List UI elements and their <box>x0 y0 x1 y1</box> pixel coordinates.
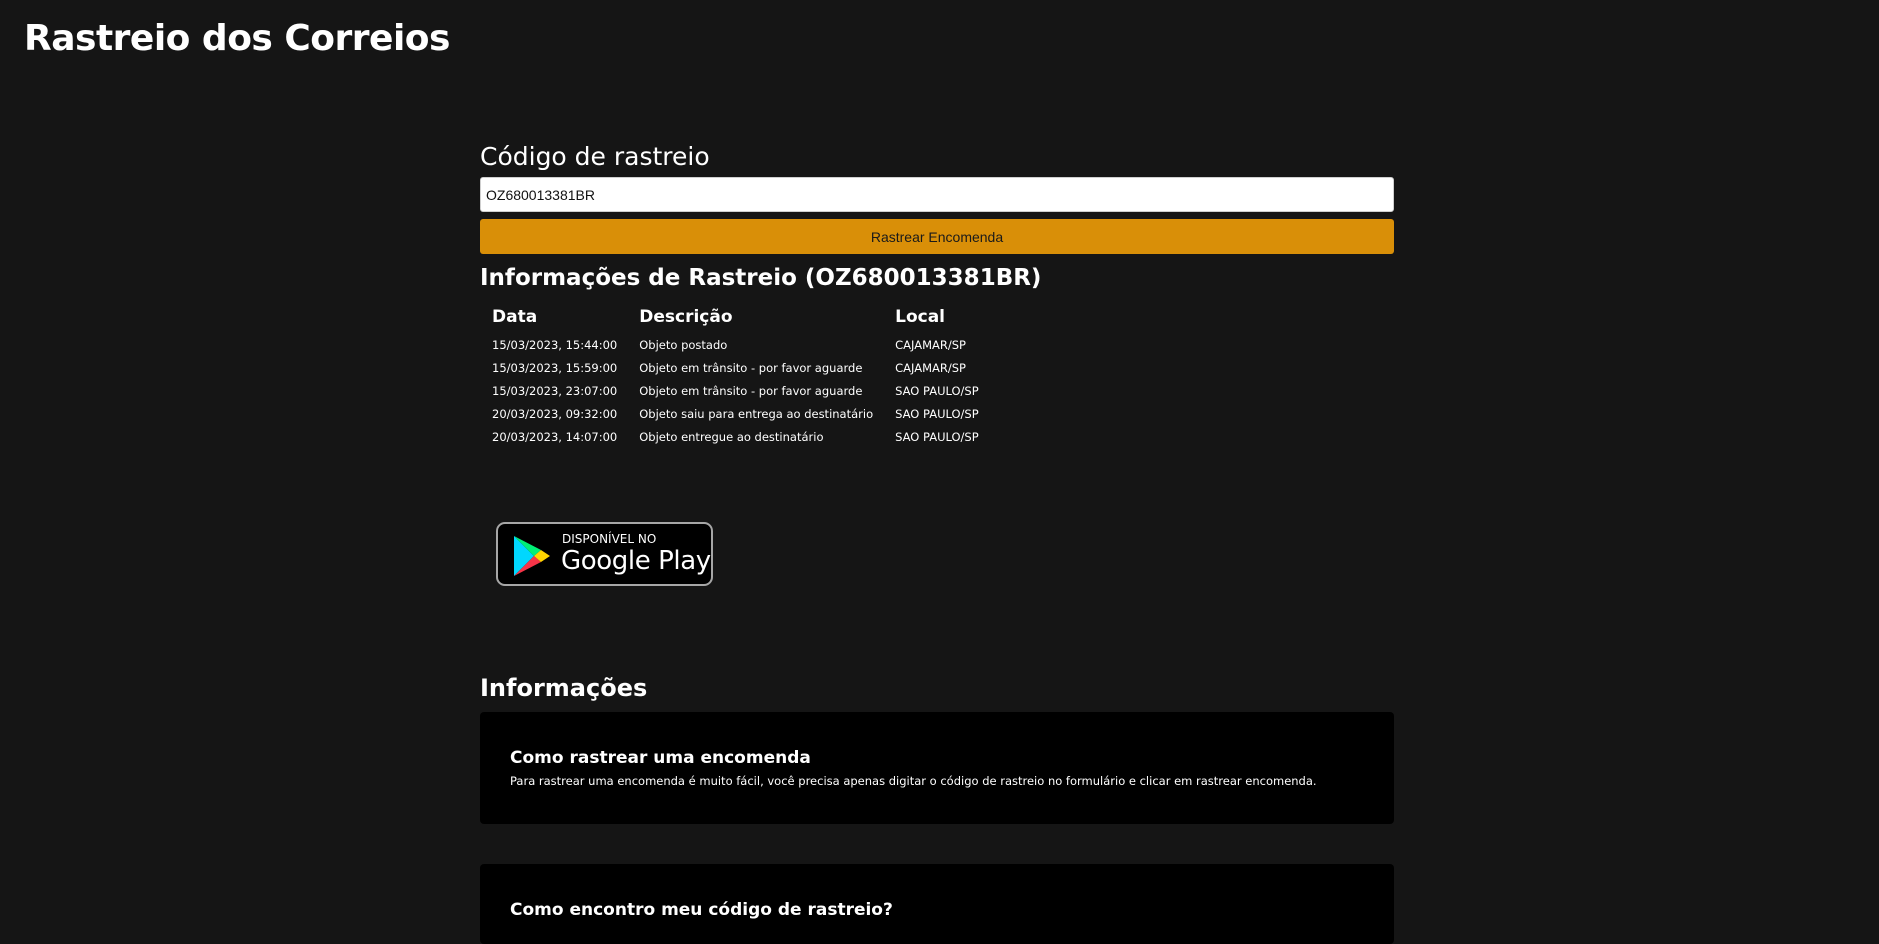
info-section-heading: Informações <box>480 674 648 702</box>
event-date: 20/03/2023, 14:07:00 <box>492 430 618 444</box>
event-description: Objeto postado <box>639 338 728 352</box>
faq-card-body: Para rastrear uma encomenda é muito fáci… <box>510 774 1317 788</box>
event-location: CAJAMAR/SP <box>895 361 966 375</box>
track-package-button[interactable]: Rastrear Encomenda <box>480 219 1394 254</box>
badge-store-name: Google Play <box>561 546 711 576</box>
google-play-icon <box>514 536 550 576</box>
table-row: 20/03/2023, 14:07:00 Objeto entregue ao … <box>492 428 997 448</box>
google-play-badge[interactable]: DISPONÍVEL NO Google Play <box>496 522 713 586</box>
event-date: 20/03/2023, 09:32:00 <box>492 407 618 421</box>
event-location: SAO PAULO/SP <box>895 384 979 398</box>
event-description: Objeto entregue ao destinatário <box>639 430 824 444</box>
event-date: 15/03/2023, 15:44:00 <box>492 338 618 352</box>
event-location: SAO PAULO/SP <box>895 430 979 444</box>
faq-card-title: Como encontro meu código de rastreio? <box>510 900 893 920</box>
table-header-row: Data Descrição Local <box>492 307 997 333</box>
table-row: 15/03/2023, 15:44:00 Objeto postado CAJA… <box>492 336 997 356</box>
faq-card-how-to-track: Como rastrear uma encomenda Para rastrea… <box>480 712 1394 824</box>
badge-top-text: DISPONÍVEL NO <box>562 532 657 546</box>
column-header-date: Data <box>492 307 538 327</box>
event-description: Objeto em trânsito - por favor aguarde <box>639 384 863 398</box>
results-heading: Informações de Rastreio (OZ680013381BR) <box>480 265 1042 291</box>
tracking-code-label: Código de rastreio <box>480 142 710 171</box>
event-date: 15/03/2023, 15:59:00 <box>492 361 618 375</box>
column-header-location: Local <box>895 307 946 327</box>
table-row: 15/03/2023, 23:07:00 Objeto em trânsito … <box>492 382 997 402</box>
event-location: CAJAMAR/SP <box>895 338 966 352</box>
column-header-description: Descrição <box>639 307 733 327</box>
event-description: Objeto em trânsito - por favor aguarde <box>639 361 863 375</box>
tracking-events-table: Data Descrição Local 15/03/2023, 15:44:0… <box>488 304 1001 451</box>
faq-card-find-code: Como encontro meu código de rastreio? <box>480 864 1394 944</box>
table-row: 20/03/2023, 09:32:00 Objeto saiu para en… <box>492 405 997 425</box>
tracking-code-input[interactable] <box>480 177 1394 212</box>
event-description: Objeto saiu para entrega ao destinatário <box>639 407 874 421</box>
faq-card-title: Como rastrear uma encomenda <box>510 748 811 768</box>
table-row: 15/03/2023, 15:59:00 Objeto em trânsito … <box>492 359 997 379</box>
main-content: Código de rastreio Rastrear Encomenda In… <box>480 138 1394 944</box>
site-title: Rastreio dos Correios <box>24 18 450 59</box>
event-location: SAO PAULO/SP <box>895 407 979 421</box>
event-date: 15/03/2023, 23:07:00 <box>492 384 618 398</box>
